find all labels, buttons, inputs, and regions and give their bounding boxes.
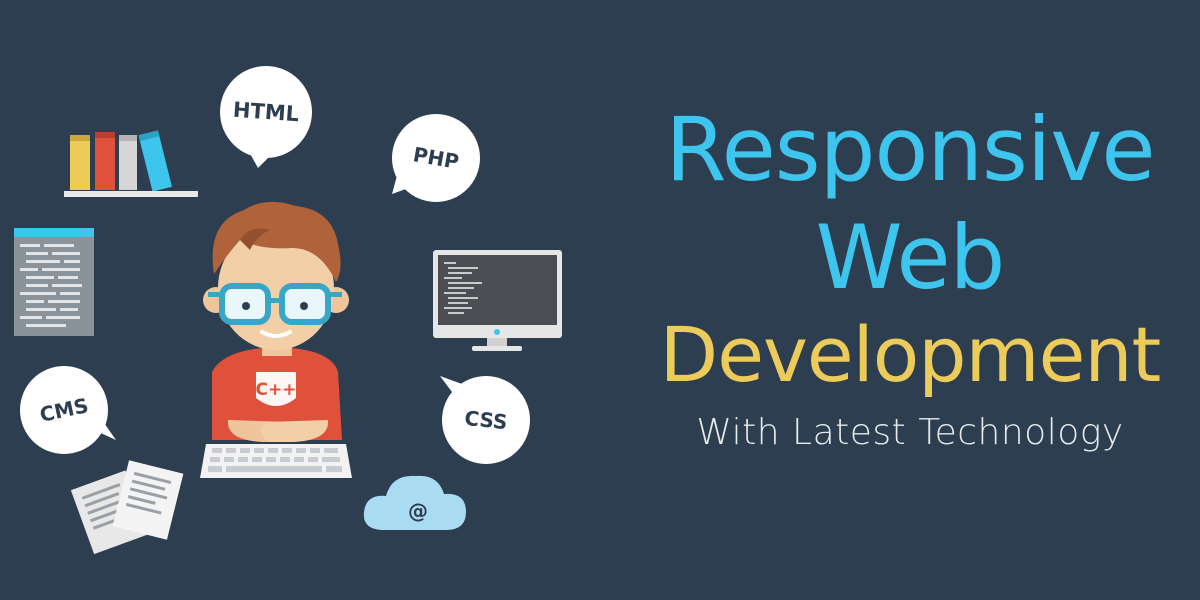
- tagline: With Latest Technology: [696, 412, 1124, 453]
- headline-line-development: Development: [659, 310, 1162, 399]
- headline-line-responsive: Responsive: [665, 98, 1155, 201]
- code-document-icon: [14, 228, 94, 336]
- css-bubble: CSS: [440, 376, 530, 464]
- php-bubble: PHP: [392, 114, 480, 202]
- headline: Responsive Web Development With Latest T…: [620, 95, 1200, 453]
- html-bubble-label: HTML: [232, 98, 300, 127]
- developer-avatar: C++: [203, 201, 349, 442]
- css-bubble-label: CSS: [463, 406, 508, 434]
- cloud-symbol: @: [408, 499, 428, 523]
- keyboard-icon: [200, 444, 352, 478]
- cloud-icon: @: [363, 475, 466, 530]
- books-icon: [64, 130, 198, 197]
- developer-illustration: HTML PHP CMS CSS @ C++: [14, 66, 562, 555]
- monitor-icon: [433, 250, 562, 351]
- banner: HTML PHP CMS CSS @ C++ Responsive Web De…: [0, 0, 1200, 600]
- headline-line-web: Web: [815, 206, 1006, 309]
- shirt-label: C++: [256, 380, 297, 400]
- cms-bubble: CMS: [20, 366, 116, 454]
- documents-icon: [70, 460, 184, 555]
- html-bubble: HTML: [220, 66, 312, 168]
